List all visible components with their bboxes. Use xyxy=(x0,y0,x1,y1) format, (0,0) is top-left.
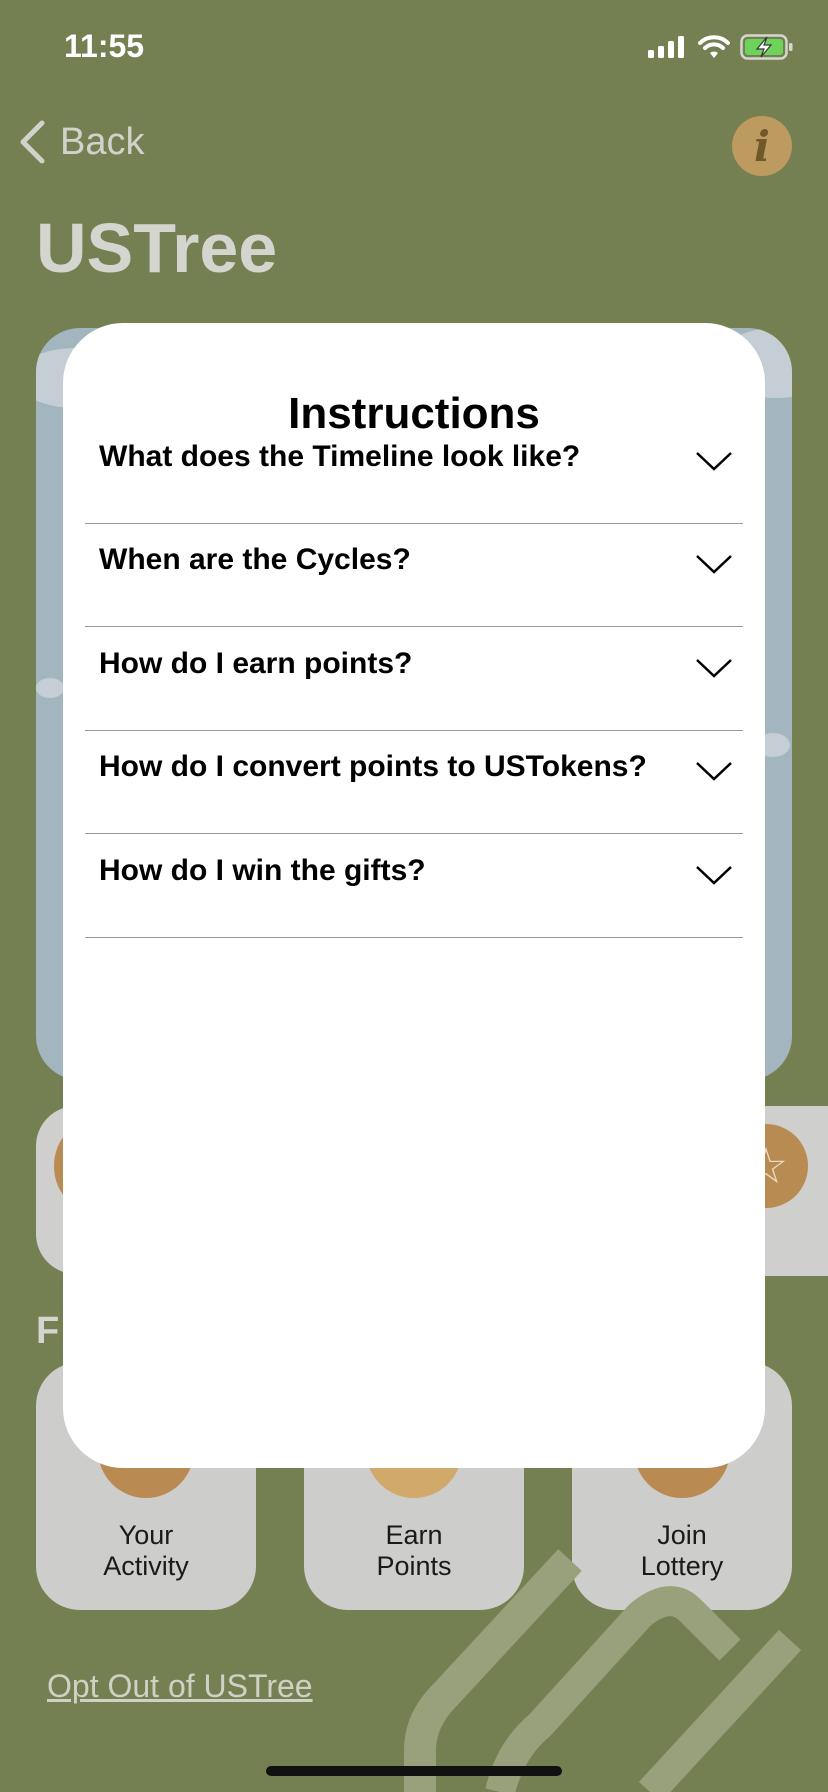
faq-item-timeline[interactable]: What does the Timeline look like? xyxy=(85,420,743,524)
info-icon: i xyxy=(754,121,770,171)
faq-item-win-gifts[interactable]: How do I win the gifts? xyxy=(85,834,743,938)
chevron-down-icon xyxy=(696,555,732,574)
instructions-modal: Instructions What does the Timeline look… xyxy=(63,323,765,1468)
back-label: Back xyxy=(60,120,145,163)
home-indicator xyxy=(266,1766,562,1776)
back-button[interactable]: Back xyxy=(18,120,144,164)
chevron-down-icon xyxy=(696,762,732,781)
faq-item-convert-points[interactable]: How do I convert points to USTokens? xyxy=(85,730,743,834)
battery-charging-icon xyxy=(740,34,793,60)
faq-question: What does the Timeline look like? xyxy=(99,440,581,473)
chevron-down-icon xyxy=(696,659,732,678)
faq-question: How do I convert points to USTokens? xyxy=(99,750,647,783)
page-title: USTree xyxy=(36,209,278,287)
faq-question: How do I win the gifts? xyxy=(99,854,426,887)
action-label: Your Activity xyxy=(103,1520,189,1581)
opt-out-link[interactable]: Opt Out of USTree xyxy=(47,1668,313,1705)
faq-item-earn-points[interactable]: How do I earn points? xyxy=(85,627,743,731)
status-icons xyxy=(648,34,794,60)
section-label: F xyxy=(36,1310,60,1352)
signal-icon xyxy=(648,36,684,58)
faq-item-cycles[interactable]: When are the Cycles? xyxy=(85,523,743,627)
status-time: 11:55 xyxy=(64,28,145,64)
faq-question: When are the Cycles? xyxy=(99,543,411,576)
chevron-down-icon xyxy=(696,452,732,471)
info-button[interactable]: i xyxy=(732,116,792,176)
decorative-loop-shape xyxy=(404,1549,802,1792)
wifi-icon xyxy=(698,35,730,58)
chevron-down-icon xyxy=(696,866,732,885)
faq-question: How do I earn points? xyxy=(99,647,413,680)
chevron-left-icon xyxy=(20,120,45,164)
